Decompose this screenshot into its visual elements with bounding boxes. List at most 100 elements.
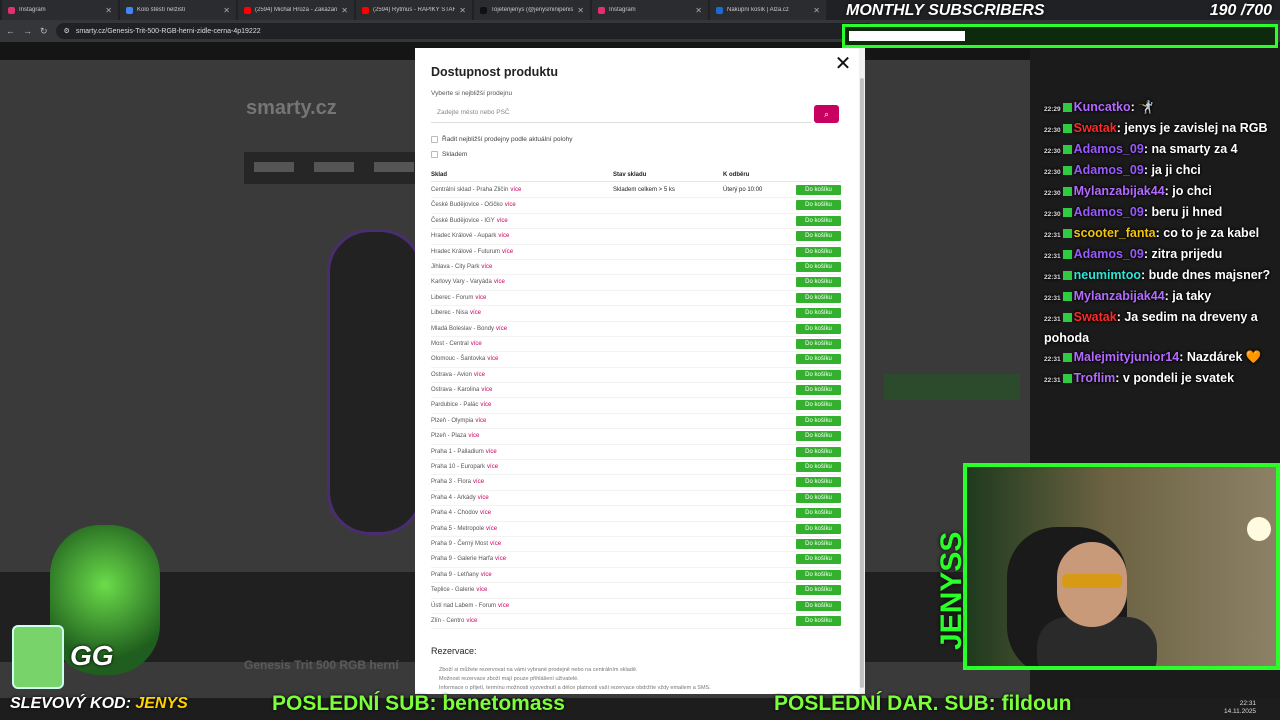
browser-tab[interactable]: Instagram ✕ xyxy=(2,0,118,20)
add-to-cart-button[interactable]: Do košíku xyxy=(796,554,841,565)
chat-user[interactable]: Troflim xyxy=(1074,371,1116,385)
tab-close-icon[interactable]: ✕ xyxy=(459,6,466,15)
add-to-cart-button[interactable]: Do košíku xyxy=(796,261,841,272)
add-to-cart-button[interactable]: Do košíku xyxy=(796,200,841,211)
store-more-link[interactable]: více xyxy=(473,479,484,485)
store-more-link[interactable]: více xyxy=(466,618,477,624)
add-to-cart-button[interactable]: Do košíku xyxy=(796,292,841,303)
add-to-cart-button[interactable]: Do košíku xyxy=(796,277,841,288)
add-to-cart-button[interactable]: Do košíku xyxy=(796,600,841,611)
store-more-link[interactable]: více xyxy=(481,387,492,393)
add-to-cart-button[interactable]: Do košíku xyxy=(796,308,841,319)
store-more-link[interactable]: více xyxy=(487,464,498,470)
site-logo[interactable]: smarty.cz xyxy=(246,97,337,120)
site-info-icon[interactable]: ⚙ xyxy=(64,27,70,35)
store-more-link[interactable]: více xyxy=(498,603,509,609)
add-to-cart-button[interactable]: Do košíku xyxy=(796,354,841,365)
store-more-link[interactable]: více xyxy=(480,510,491,516)
sort-by-location-checkbox[interactable]: Řadit nejbližší prodejny podle aktuální … xyxy=(431,136,572,143)
store-more-link[interactable]: více xyxy=(470,310,481,316)
store-more-link[interactable]: více xyxy=(474,372,485,378)
store-more-link[interactable]: více xyxy=(498,233,509,239)
tab-close-icon[interactable]: ✕ xyxy=(223,6,230,15)
chat-user[interactable]: Malejmityjunior14 xyxy=(1074,350,1180,364)
add-to-cart-button[interactable]: Do košíku xyxy=(796,185,841,195)
url-field[interactable]: ⚙ smarty.cz/Genesis-Trit-500-RGB-herni-z… xyxy=(55,23,876,39)
browser-tab[interactable]: Instagram ✕ xyxy=(592,0,708,20)
store-name: Pardubice - Palác více xyxy=(431,402,492,409)
chat-user[interactable]: Adamos_09 xyxy=(1074,142,1144,156)
chat-user[interactable]: neumimtoo xyxy=(1074,268,1141,282)
chat-text: : bude dnes majsner? xyxy=(1140,268,1271,282)
store-more-link[interactable]: více xyxy=(496,326,507,332)
browser-tab[interactable]: Tojetenjenys (@jenysminipenis) ✕ xyxy=(474,0,590,20)
tab-close-icon[interactable]: ✕ xyxy=(341,6,348,15)
store-more-link[interactable]: více xyxy=(481,264,492,270)
store-more-link[interactable]: více xyxy=(476,587,487,593)
add-to-cart-button[interactable]: Do košíku xyxy=(796,523,841,534)
add-to-cart-button[interactable]: Do košíku xyxy=(796,446,841,457)
store-more-link[interactable]: více xyxy=(480,402,491,408)
store-more-link[interactable]: více xyxy=(487,356,498,362)
browser-tab[interactable]: (2594) Michal Hrůza - Zakázané ✕ xyxy=(238,0,354,20)
add-to-cart-button[interactable]: Do košíku xyxy=(796,369,841,380)
city-search-input[interactable]: Zadejte město nebo PSČ xyxy=(431,105,811,123)
store-more-link[interactable]: více xyxy=(486,449,497,455)
add-to-cart-button[interactable]: Do košíku xyxy=(796,323,841,334)
store-more-link[interactable]: více xyxy=(494,279,505,285)
add-to-cart-button[interactable]: Do košíku xyxy=(796,385,841,396)
close-icon[interactable]: ✕ xyxy=(833,54,853,74)
chat-user[interactable]: Kuncatko xyxy=(1074,100,1131,114)
store-more-link[interactable]: více xyxy=(510,187,521,193)
add-to-cart-button[interactable]: Do košíku xyxy=(796,215,841,226)
chat-user[interactable]: Mylanzabijak44 xyxy=(1074,289,1165,303)
add-to-cart-button[interactable]: Do košíku xyxy=(796,431,841,442)
add-to-cart-button[interactable]: Do košíku xyxy=(796,508,841,519)
browser-tab[interactable]: Kolo štěstí nelžiští ✕ xyxy=(120,0,236,20)
store-more-link[interactable]: více xyxy=(497,218,508,224)
chat-user[interactable]: Adamos_09 xyxy=(1074,163,1144,177)
add-to-cart-button[interactable]: Do košíku xyxy=(796,415,841,426)
chat-user[interactable]: Mylanzabijak44 xyxy=(1074,184,1165,198)
add-to-cart-button[interactable]: Do košíku xyxy=(796,569,841,580)
add-to-cart-button[interactable]: Do košíku xyxy=(796,231,841,242)
add-to-cart-button[interactable]: Do košíku xyxy=(796,400,841,411)
store-more-link[interactable]: více xyxy=(481,572,492,578)
tab-close-icon[interactable]: ✕ xyxy=(105,6,112,15)
in-stock-checkbox[interactable]: Skladem xyxy=(431,151,467,158)
add-to-cart-button[interactable]: Do košíku xyxy=(796,492,841,503)
store-more-link[interactable]: více xyxy=(505,202,516,208)
store-more-link[interactable]: více xyxy=(468,433,479,439)
add-to-cart-button[interactable]: Do košíku xyxy=(796,615,841,626)
chat-user[interactable]: Swatak xyxy=(1074,310,1117,324)
chat-user[interactable]: scooter_fanta xyxy=(1074,226,1156,240)
add-to-cart-button[interactable]: Do košíku xyxy=(796,338,841,349)
add-to-cart-button[interactable]: Do košíku xyxy=(796,538,841,549)
tab-close-icon[interactable]: ✕ xyxy=(813,6,820,15)
store-more-link[interactable]: více xyxy=(475,295,486,301)
tab-close-icon[interactable]: ✕ xyxy=(577,6,584,15)
tab-close-icon[interactable]: ✕ xyxy=(695,6,702,15)
store-more-link[interactable]: více xyxy=(475,418,486,424)
chat-user[interactable]: Swatak xyxy=(1074,121,1117,135)
store-more-link[interactable]: více xyxy=(495,556,506,562)
store-more-link[interactable]: více xyxy=(490,541,501,547)
add-to-cart-button[interactable]: Do košíku xyxy=(796,462,841,473)
add-to-cart-button[interactable]: Do košíku xyxy=(796,246,841,257)
add-to-cart-button[interactable]: Do košíku xyxy=(796,585,841,596)
chat-user[interactable]: Adamos_09 xyxy=(1074,247,1144,261)
store-more-link[interactable]: více xyxy=(502,249,513,255)
store-more-link[interactable]: více xyxy=(478,495,489,501)
taskbar-clock[interactable]: 22:31 14.11.2025 xyxy=(1224,700,1256,716)
search-button[interactable]: ⌕ xyxy=(814,105,839,123)
browser-tab[interactable]: (2594) Rytmus - RAPÍKY STARÉ...✕ xyxy=(356,0,472,20)
add-to-cart-button[interactable]: Do košíku xyxy=(796,477,841,488)
reload-icon[interactable]: ↻ xyxy=(40,26,48,37)
chat-user[interactable]: Adamos_09 xyxy=(1074,205,1144,219)
store-more-link[interactable]: více xyxy=(486,526,497,532)
store-more-link[interactable]: více xyxy=(471,341,482,347)
back-icon[interactable]: ← xyxy=(6,26,15,36)
browser-tab[interactable]: Nákupní košík | Alza.cz ✕ xyxy=(710,0,826,20)
forward-icon[interactable]: → xyxy=(23,26,32,36)
modal-scrollbar[interactable] xyxy=(859,48,865,694)
